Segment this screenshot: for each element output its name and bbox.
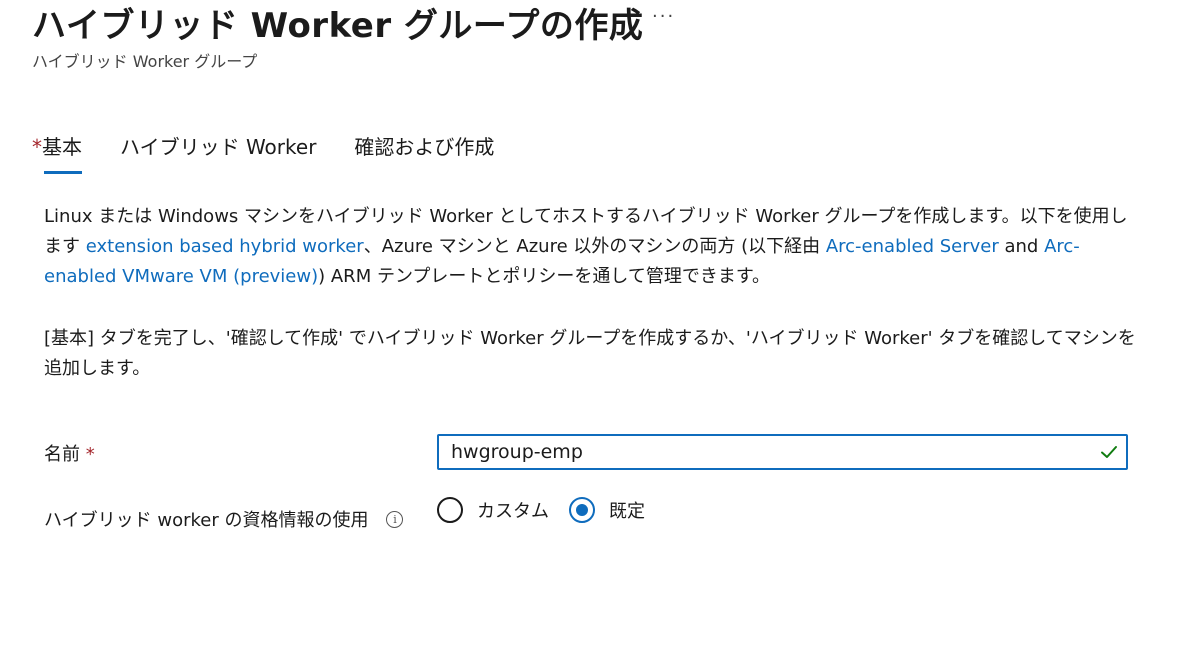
- page-title: ハイブリッド Worker グループの作成: [32, 5, 644, 46]
- radio-label: カスタム: [477, 501, 549, 522]
- radio-default[interactable]: 既定: [569, 497, 645, 523]
- checkmark-icon: [1101, 446, 1117, 458]
- instruction-paragraph: [基本] タブを完了し、'確認して作成' でハイブリッド Worker グループ…: [44, 328, 1136, 379]
- name-label-text: 名前: [44, 444, 80, 465]
- tab-label: 基本: [42, 135, 82, 159]
- radio-selected-dot: [576, 504, 588, 516]
- extension-based-hybrid-worker-link[interactable]: extension based hybrid worker: [86, 236, 364, 257]
- radio-circle[interactable]: [569, 497, 595, 523]
- radio-custom[interactable]: カスタム: [437, 497, 549, 523]
- tab-bar: *基本 ハイブリッド Worker 確認および作成: [32, 128, 532, 174]
- description-text: ) ARM テンプレートとポリシーを通して管理できます。: [318, 266, 771, 287]
- tab-label: ハイブリッド Worker: [120, 135, 317, 159]
- required-mark: *: [85, 444, 95, 465]
- title-row: ハイブリッド Worker グループの作成: [32, 0, 644, 46]
- arc-enabled-server-link[interactable]: Arc-enabled Server: [826, 236, 999, 257]
- credentials-label-text: ハイブリッド worker の資格情報の使用: [44, 510, 369, 531]
- name-input[interactable]: [437, 434, 1128, 470]
- tab-hybrid-worker[interactable]: ハイブリッド Worker: [120, 128, 316, 174]
- credentials-radio-group: カスタム 既定: [437, 497, 665, 523]
- radio-circle[interactable]: [437, 497, 463, 523]
- radio-label: 既定: [609, 501, 645, 522]
- credentials-label: ハイブリッド worker の資格情報の使用 i: [44, 506, 404, 532]
- tab-basics[interactable]: *基本: [32, 128, 82, 174]
- description-paragraph: Linux または Windows マシンをハイブリッド Worker としてホ…: [44, 202, 1144, 292]
- description-text: 、Azure マシンと Azure 以外のマシンの両方 (以下経由: [363, 236, 826, 257]
- description-text: and: [998, 236, 1045, 257]
- tab-label: 確認および作成: [354, 135, 495, 159]
- name-label: 名前 *: [44, 440, 95, 466]
- info-icon[interactable]: i: [386, 510, 404, 528]
- required-mark: *: [32, 135, 42, 159]
- more-options-button[interactable]: ···: [652, 6, 675, 27]
- page-subtitle: ハイブリッド Worker グループ: [32, 52, 258, 71]
- tab-review-create[interactable]: 確認および作成: [354, 128, 494, 174]
